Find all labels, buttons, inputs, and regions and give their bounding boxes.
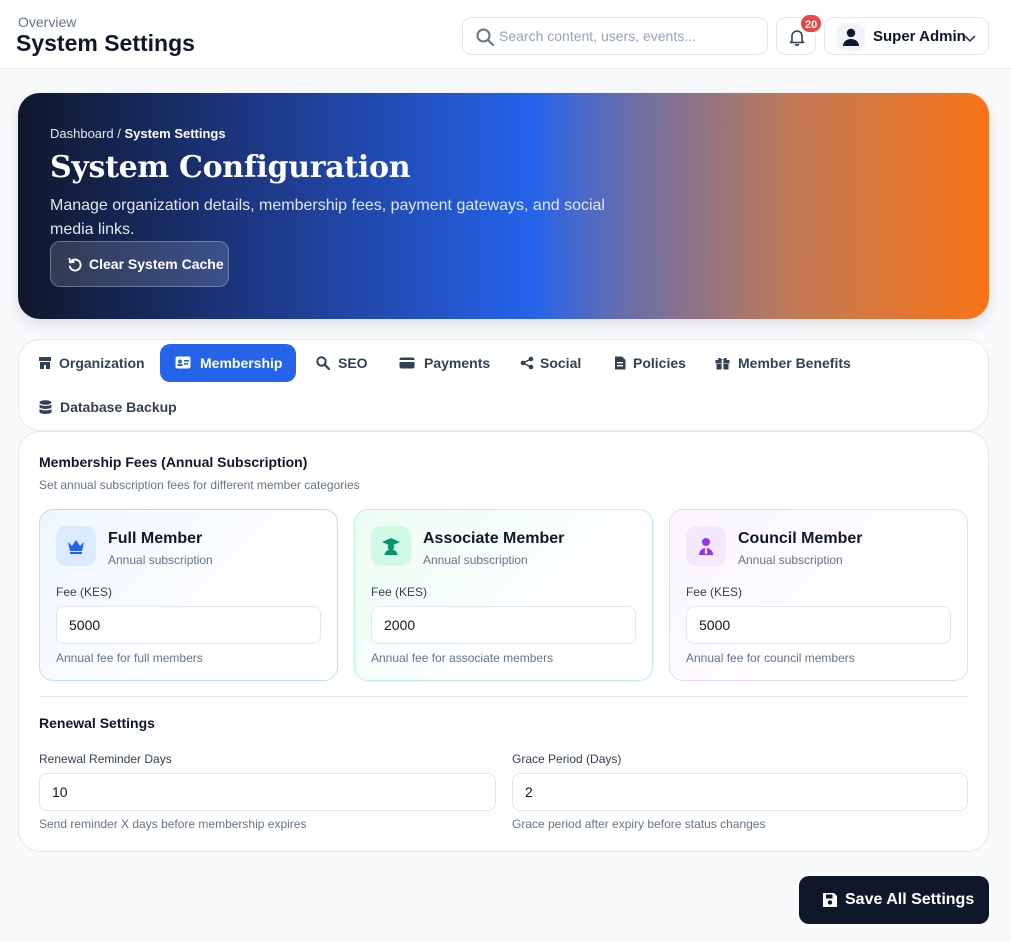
fee-field-label: Fee (KES) [56, 585, 113, 599]
tab-policies[interactable]: Policies [605, 345, 690, 383]
user-menu[interactable]: Super Admin [824, 17, 989, 55]
fee-card-full-member: Full Member Annual subscription Fee (KES… [39, 509, 338, 681]
refresh-icon [68, 257, 82, 272]
share-icon [520, 356, 534, 370]
clear-cache-button[interactable]: Clear System Cache [50, 241, 229, 287]
renewal-reminder-label: Renewal Reminder Days [39, 752, 172, 766]
fee-card-council-member: Council Member Annual subscription Fee (… [669, 509, 968, 681]
membership-section-title: Membership Fees (Annual Subscription) [39, 454, 308, 470]
graduate-icon [382, 538, 400, 555]
tab-label: SEO [338, 355, 368, 371]
grace-period-label: Grace Period (Days) [512, 752, 622, 766]
council-member-fee-input[interactable] [686, 606, 951, 644]
search-box[interactable] [462, 17, 768, 55]
fee-card-subtitle: Annual subscription [423, 553, 528, 567]
id-card-icon [175, 356, 191, 369]
gift-icon [715, 357, 730, 370]
page-title: System Settings [16, 30, 195, 56]
search-icon [475, 27, 495, 47]
crown-icon [68, 540, 84, 554]
user-tie-icon-wrapper [686, 526, 726, 566]
breadcrumb-current: System Settings [124, 126, 226, 141]
tab-social[interactable]: Social [511, 345, 586, 383]
search-chart-icon [316, 356, 330, 370]
membership-section-subtitle: Set annual subscription fees for differe… [39, 478, 360, 492]
crown-icon-wrapper [56, 526, 96, 566]
fee-help-text: Annual fee for associate members [371, 651, 554, 665]
fee-help-text: Annual fee for council members [686, 651, 855, 665]
save-all-settings-label: Save All Settings [845, 891, 975, 908]
chevron-down-icon [964, 31, 976, 49]
associate-member-fee-input[interactable] [371, 606, 636, 644]
fee-help-text: Annual fee for full members [56, 651, 203, 665]
tab-membership[interactable]: Membership [160, 344, 296, 382]
save-all-settings-button[interactable]: Save All Settings [799, 876, 989, 924]
floppy-disk-icon [823, 893, 837, 907]
section-divider [39, 696, 968, 697]
fee-card-title: Associate Member [423, 530, 565, 547]
fee-field-label: Fee (KES) [686, 585, 743, 599]
fee-field-label: Fee (KES) [371, 585, 428, 599]
user-name: Super Admin [873, 28, 966, 45]
tab-label: Organization [59, 355, 145, 371]
top-bar: Overview System Settings 20 Super Admin [0, 0, 1011, 69]
full-member-fee-input[interactable] [56, 606, 321, 644]
tab-label: Database Backup [60, 399, 177, 415]
renewal-reminder-input[interactable] [39, 773, 496, 811]
membership-settings-card: Membership Fees (Annual Subscription) Se… [18, 431, 989, 852]
fee-card-title: Full Member [108, 530, 203, 547]
header-overline: Overview [18, 14, 77, 30]
fee-card-subtitle: Annual subscription [108, 553, 213, 567]
document-icon [615, 356, 626, 370]
renewal-section-title: Renewal Settings [39, 715, 155, 731]
tab-label: Payments [424, 355, 491, 371]
grace-period-help: Grace period after expiry before status … [512, 817, 766, 831]
hero-description: Manage organization details, membership … [50, 197, 605, 238]
notification-count-badge: 20 [799, 13, 824, 34]
credit-card-icon [399, 357, 415, 369]
fee-card-associate-member: Associate Member Annual subscription Fee… [354, 509, 653, 681]
database-icon [39, 400, 52, 414]
tab-organization[interactable]: Organization [31, 345, 146, 383]
breadcrumb-root[interactable]: Dashboard [50, 126, 114, 141]
breadcrumb-separator: / [113, 126, 125, 141]
user-tie-icon [699, 538, 713, 555]
settings-tabs: Organization Membership SEO Payments Soc… [18, 339, 989, 431]
tab-label: Membership [200, 355, 283, 371]
renewal-reminder-help: Send reminder X days before membership e… [39, 817, 307, 831]
tab-payments[interactable]: Payments [389, 345, 494, 383]
fee-card-subtitle: Annual subscription [738, 553, 843, 567]
hero-banner: Dashboard / System Settings System Confi… [18, 93, 989, 319]
tab-label: Social [540, 355, 582, 371]
search-input[interactable] [499, 19, 761, 53]
clear-cache-label: Clear System Cache [89, 256, 224, 272]
breadcrumb: Dashboard / System Settings [50, 126, 226, 141]
tab-label: Policies [633, 355, 686, 371]
tab-member-benefits[interactable]: Member Benefits [706, 345, 856, 383]
tab-label: Member Benefits [738, 355, 851, 371]
avatar [837, 23, 865, 51]
hero-title: System Configuration [50, 150, 411, 185]
tab-seo[interactable]: SEO [308, 345, 370, 383]
graduate-icon-wrapper [371, 526, 411, 566]
tab-database-backup[interactable]: Database Backup [31, 389, 181, 427]
user-icon [843, 28, 859, 46]
fee-card-title: Council Member [738, 530, 863, 547]
grace-period-input[interactable] [512, 773, 968, 811]
store-icon [39, 357, 51, 369]
